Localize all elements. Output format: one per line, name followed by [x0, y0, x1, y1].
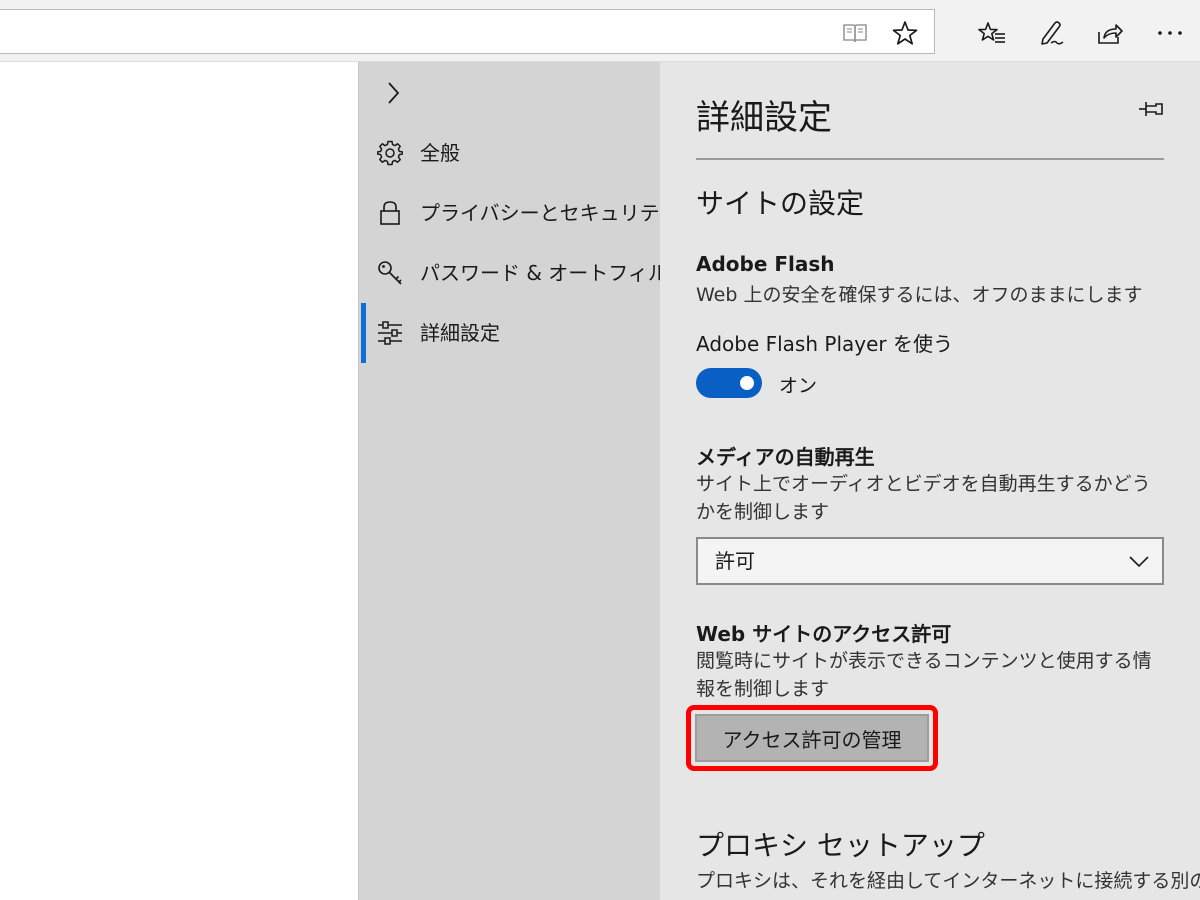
sliders-icon [377, 320, 403, 346]
nav-item-general[interactable]: 全般 [359, 123, 660, 183]
web-note-pen-icon[interactable] [1034, 16, 1068, 50]
page-title: 詳細設定 [696, 98, 832, 138]
flash-description: Web 上の安全を確保するには、オフのままにします [696, 284, 1143, 306]
media-autoplay-description: サイト上でオーディオとビデオを自動再生するかどうかを制御します [696, 473, 1151, 523]
settings-panel: 詳細設定 サイトの設定 Adobe Flash Web 上の安全を確保するには、… [660, 62, 1200, 900]
media-autoplay-select[interactable]: 許可 [696, 537, 1164, 585]
site-permissions-description: 閲覧時にサイトが表示できるコンテンツと使用する情報を制御します [696, 650, 1152, 700]
media-autoplay-heading: メディアの自動再生 [696, 445, 875, 469]
pin-icon[interactable] [1138, 96, 1166, 122]
toggle-knob [740, 376, 754, 390]
web-page-content [0, 62, 358, 900]
manage-permissions-button[interactable]: アクセス許可の管理 [695, 714, 929, 762]
site-settings-heading: サイトの設定 [696, 187, 865, 220]
flash-toggle-label: Adobe Flash Player を使う [696, 332, 953, 356]
title-divider [696, 158, 1164, 160]
nav-item-label: パスワード & オートフィル [420, 261, 668, 285]
site-permissions-heading: Web サイトのアクセス許可 [696, 622, 952, 646]
favorites-hub-icon[interactable] [974, 16, 1010, 50]
flash-toggle[interactable] [696, 368, 762, 398]
proxy-description: プロキシは、それを経由してインターネットに接続する別の [696, 870, 1200, 892]
lock-icon [377, 200, 403, 226]
select-value: 許可 [715, 549, 755, 573]
address-bar[interactable] [0, 9, 935, 54]
nav-item-label: プライバシーとセキュリティ [420, 201, 679, 225]
flash-toggle-state: オン [779, 375, 818, 397]
nav-item-advanced[interactable]: 詳細設定 [359, 303, 660, 363]
nav-item-password-autofill[interactable]: パスワード & オートフィル [359, 243, 668, 303]
browser-toolbar [0, 0, 1200, 62]
key-icon [377, 260, 403, 286]
share-icon[interactable] [1092, 16, 1128, 50]
nav-item-label: 詳細設定 [420, 321, 500, 345]
nav-item-privacy-security[interactable]: プライバシーとセキュリティ [359, 183, 678, 243]
gear-icon [376, 140, 404, 166]
flash-heading: Adobe Flash [696, 252, 835, 276]
add-favorite-star-icon[interactable] [888, 16, 922, 50]
proxy-setup-heading: プロキシ セットアップ [696, 829, 985, 862]
settings-nav: 全般 プライバシーとセキュリティ パスワード & オートフィル 詳細設定 [358, 62, 678, 900]
chevron-down-icon [1128, 550, 1150, 572]
reading-view-icon[interactable] [840, 18, 870, 48]
nav-item-label: 全般 [420, 141, 460, 165]
more-icon[interactable] [1152, 16, 1188, 50]
collapse-chevron-icon[interactable] [379, 78, 407, 108]
